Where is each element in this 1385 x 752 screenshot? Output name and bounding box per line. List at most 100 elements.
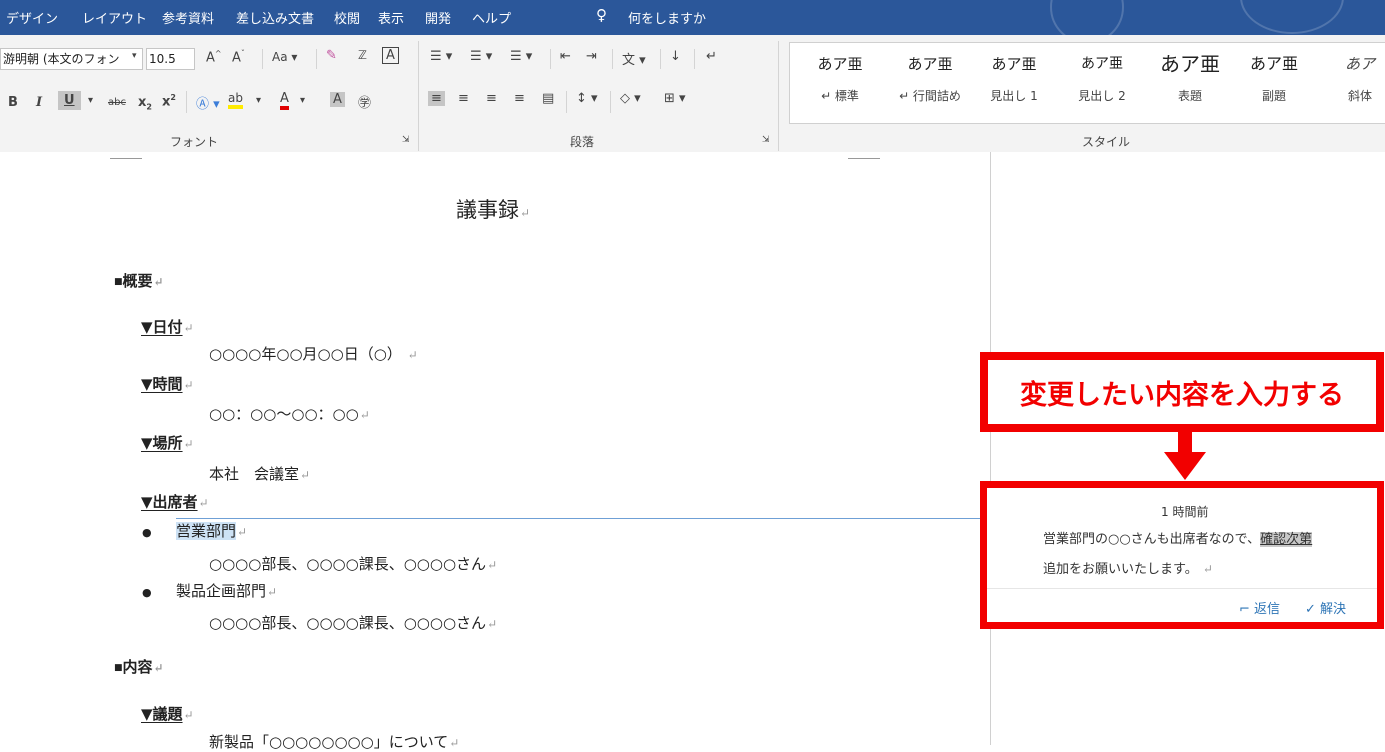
font-color-dropdown-icon[interactable]: ▾ xyxy=(300,95,305,106)
line-spacing-icon[interactable]: ↕ ▾ xyxy=(576,91,598,106)
style-preview: あア亜 xyxy=(817,55,863,73)
separator xyxy=(610,91,611,113)
shrink-font-icon[interactable]: Aˇ xyxy=(232,49,245,65)
separator xyxy=(694,49,695,69)
clear-formatting-icon[interactable]: ✎ xyxy=(326,48,337,63)
style-preview: あア亜 xyxy=(1160,52,1220,76)
bullet: ● xyxy=(142,586,152,599)
background-pattern xyxy=(1240,0,1344,34)
shading-icon[interactable]: ◇ ▾ xyxy=(620,91,641,106)
separator xyxy=(612,49,613,69)
tell-me-search[interactable]: 何をしますか xyxy=(628,8,706,27)
place-value: 本社 会議室↵ xyxy=(209,465,311,483)
comment-anchor-line xyxy=(176,518,982,519)
menu-developer[interactable]: 開発 xyxy=(425,8,451,27)
underline-dropdown-icon[interactable]: ▾ xyxy=(88,95,93,106)
style-normal[interactable]: あア亜 ↵ 標準 xyxy=(796,51,884,104)
highlight-color-icon[interactable]: ab xyxy=(228,91,243,109)
group-label-font: フォント xyxy=(170,135,219,149)
comment-balloon[interactable]: 1 時間前 営業部門の○○さんも出席者なので、確認次第 追加をお願いいたします。… xyxy=(980,481,1384,629)
phonetic-guide-icon[interactable]: ℤ xyxy=(358,48,367,62)
text-effects-icon[interactable]: Ⓐ ▾ xyxy=(196,93,220,112)
annotation-arrow-head xyxy=(1164,452,1206,480)
font-color-icon[interactable]: A xyxy=(280,91,289,110)
resolve-icon: ✓ xyxy=(1305,602,1316,617)
menu-references[interactable]: 参考資料 xyxy=(162,8,214,27)
numbering-icon[interactable]: ☰ ▾ xyxy=(470,49,492,64)
decrease-indent-icon[interactable]: ⇤ xyxy=(560,49,571,64)
style-preview: あア亜 xyxy=(991,55,1037,73)
font-dialog-launcher-icon[interactable]: ⇲ xyxy=(402,135,410,145)
menu-design[interactable]: デザイン xyxy=(6,8,58,27)
separator xyxy=(566,91,567,113)
grow-font-icon[interactable]: A^ xyxy=(206,49,222,65)
font-name-dropdown-icon[interactable]: ▾ xyxy=(132,51,137,61)
font-size-combo[interactable]: 10.5 xyxy=(146,48,195,70)
style-subtitle[interactable]: あア亜 副題 xyxy=(1230,51,1318,104)
style-title[interactable]: あア亜 表題 xyxy=(1146,51,1234,104)
multilevel-list-icon[interactable]: ☰ ▾ xyxy=(510,49,532,64)
comment-text-line2[interactable]: 追加をお願いいたします。 ↵ xyxy=(1043,558,1213,577)
dept1-name[interactable]: 営業部門↵ xyxy=(176,520,247,541)
date-value: ○○○○年○○月○○日（○） ↵ xyxy=(209,345,418,363)
menu-mailings[interactable]: 差し込み文書 xyxy=(236,8,314,27)
style-heading-2[interactable]: あア亜 見出し 2 xyxy=(1058,51,1146,104)
separator xyxy=(550,49,551,69)
style-emphasis[interactable]: あア 斜体 xyxy=(1316,51,1385,104)
superscript-button[interactable]: x2 xyxy=(162,93,176,109)
asian-layout-icon[interactable]: 文 ▾ xyxy=(622,49,646,68)
style-preview: あア xyxy=(1344,55,1375,73)
style-preview: あア亜 xyxy=(907,55,953,73)
italic-button[interactable]: I xyxy=(36,95,42,110)
section-content: ■内容↵ xyxy=(114,658,164,676)
separator xyxy=(660,49,661,69)
highlight-dropdown-icon[interactable]: ▾ xyxy=(256,95,261,106)
font-name-combo[interactable]: 游明朝 (本文のフォン xyxy=(0,48,143,70)
group-separator xyxy=(778,41,779,151)
style-label: ↵ 行間詰め xyxy=(899,89,961,103)
justify-icon[interactable]: ≡ xyxy=(514,91,525,106)
document-title: 議事録↵ xyxy=(456,198,531,222)
paragraph-dialog-launcher-icon[interactable]: ⇲ xyxy=(762,135,770,145)
reply-button[interactable]: ⌐ 返信 xyxy=(1239,598,1280,617)
comment-text-line1[interactable]: 営業部門の○○さんも出席者なので、確認次第 xyxy=(1043,528,1313,547)
strikethrough-button[interactable]: abc xyxy=(108,97,126,108)
comment-divider xyxy=(987,588,1377,589)
character-shading-icon[interactable]: A xyxy=(330,92,345,107)
change-case-button[interactable]: Aa ▾ xyxy=(272,50,297,64)
sort-icon[interactable]: ↓ xyxy=(670,49,681,64)
borders-icon[interactable]: ⊞ ▾ xyxy=(664,91,686,106)
menu-help[interactable]: ヘルプ xyxy=(472,8,511,27)
menu-view[interactable]: 表示 xyxy=(378,8,404,27)
bullets-icon[interactable]: ☰ ▾ xyxy=(430,49,452,64)
menu-layout[interactable]: レイアウト xyxy=(82,8,147,27)
resolve-button[interactable]: ✓ 解決 xyxy=(1305,598,1346,617)
annotation-callout-text: 変更したい内容を入力する xyxy=(1020,379,1344,411)
align-left-icon[interactable]: ≡ xyxy=(428,91,445,106)
underline-button[interactable]: U xyxy=(58,91,81,110)
group-label-paragraph: 段落 xyxy=(570,135,595,149)
increase-indent-icon[interactable]: ⇥ xyxy=(586,49,597,64)
align-center-icon[interactable]: ≡ xyxy=(458,91,469,106)
place-label: ▼場所↵ xyxy=(141,434,194,452)
menu-review[interactable]: 校閲 xyxy=(334,8,360,27)
character-border-icon[interactable]: A xyxy=(382,47,399,64)
margin-mark xyxy=(110,152,142,159)
bold-button[interactable]: B xyxy=(8,95,18,110)
style-label: 表題 xyxy=(1177,89,1202,103)
time-value: ○○：○○～○○：○○↵ xyxy=(209,405,370,423)
style-no-spacing[interactable]: あア亜 ↵ 行間詰め xyxy=(886,51,974,104)
show-marks-icon[interactable]: ↵ xyxy=(706,49,717,64)
lightbulb-icon: ♀ xyxy=(596,6,607,24)
reply-icon: ⌐ xyxy=(1239,602,1250,617)
annotation-arrow xyxy=(1178,432,1192,454)
enclose-characters-icon[interactable]: ㊫ xyxy=(358,92,371,111)
distributed-icon[interactable]: ▤ xyxy=(542,91,554,106)
separator xyxy=(316,49,317,69)
style-heading-1[interactable]: あア亜 見出し 1 xyxy=(970,51,1058,104)
align-right-icon[interactable]: ≡ xyxy=(486,91,497,106)
style-label: 副題 xyxy=(1261,89,1286,103)
subscript-button[interactable]: x2 xyxy=(138,95,152,112)
agenda-label: ▼議題↵ xyxy=(141,705,194,723)
separator xyxy=(186,91,187,113)
